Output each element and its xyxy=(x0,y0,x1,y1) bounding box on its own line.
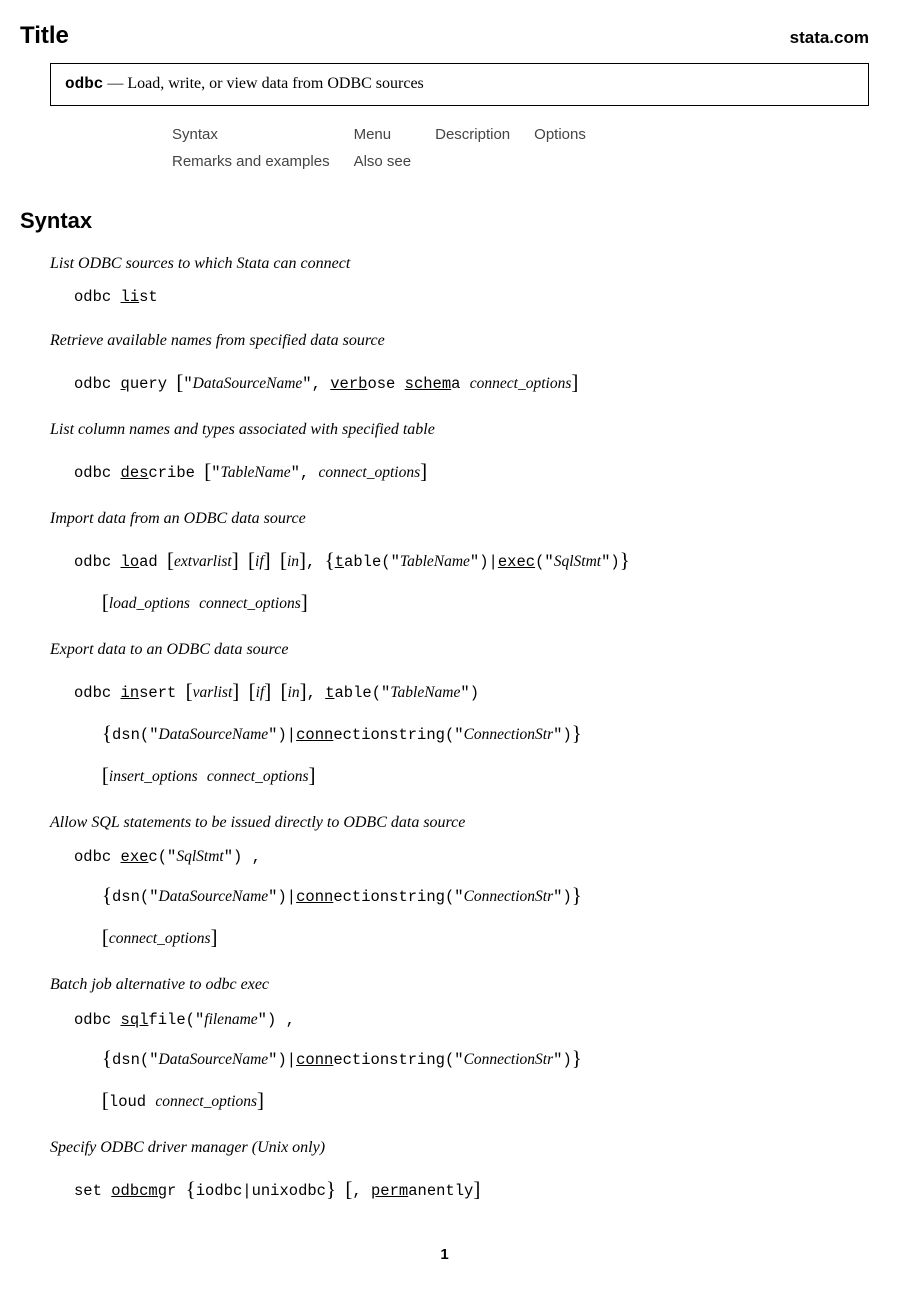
command-title-box: odbc — Load, write, or view data from OD… xyxy=(50,63,869,106)
entry-syntax: odbc describe ["TableName", connect_opti… xyxy=(74,449,869,491)
entry-desc: Export data to an ODBC data source xyxy=(50,640,869,661)
site-link[interactable]: stata.com xyxy=(790,27,869,49)
entry-desc: Import data from an ODBC data source xyxy=(50,509,869,530)
entry-syntax: odbc query ["DataSourceName", verbose sc… xyxy=(74,360,869,402)
entry-syntax: odbc exec("SqlStmt") , {dsn("DataSourceN… xyxy=(74,841,869,957)
entry-desc: Retrieve available names from specified … xyxy=(50,331,869,352)
command-name: odbc xyxy=(65,75,103,93)
entry-desc: Batch job alternative to odbc exec xyxy=(50,975,869,996)
section-nav: Syntax Menu Description Options Remarks … xyxy=(170,120,610,177)
page-number: 1 xyxy=(20,1245,869,1265)
syntax-entry: Import data from an ODBC data source odb… xyxy=(50,509,869,622)
syntax-entry: Retrieve available names from specified … xyxy=(50,331,869,402)
entry-syntax: set odbcmgr {iodbc|unixodbc} [, permanen… xyxy=(74,1167,869,1209)
nav-remarks[interactable]: Remarks and examples xyxy=(172,149,352,175)
page-title: Title xyxy=(20,20,69,51)
entry-desc: List column names and types associated w… xyxy=(50,420,869,441)
entry-syntax: odbc sqlfile("filename") , {dsn("DataSou… xyxy=(74,1004,869,1120)
entry-desc: Allow SQL statements to be issued direct… xyxy=(50,813,869,834)
syntax-entry: List ODBC sources to which Stata can con… xyxy=(50,254,869,314)
title-dash: — xyxy=(103,75,127,92)
section-heading: Syntax xyxy=(20,207,869,236)
syntax-entry: Export data to an ODBC data source odbc … xyxy=(50,640,869,795)
syntax-entry: Allow SQL statements to be issued direct… xyxy=(50,813,869,958)
entry-syntax: odbc list xyxy=(74,282,869,313)
entry-syntax: odbc load [extvarlist] [if] [in], {table… xyxy=(74,538,869,622)
nav-alsosee[interactable]: Also see xyxy=(354,149,434,175)
nav-options[interactable]: Options xyxy=(534,122,608,148)
entry-desc: List ODBC sources to which Stata can con… xyxy=(50,254,869,275)
nav-menu[interactable]: Menu xyxy=(354,122,434,148)
nav-syntax[interactable]: Syntax xyxy=(172,122,352,148)
syntax-entry: Specify ODBC driver manager (Unix only) … xyxy=(50,1138,869,1209)
entry-desc: Specify ODBC driver manager (Unix only) xyxy=(50,1138,869,1159)
command-description: Load, write, or view data from ODBC sour… xyxy=(127,75,423,92)
syntax-entry: Batch job alternative to odbc exec odbc … xyxy=(50,975,869,1120)
syntax-entry: List column names and types associated w… xyxy=(50,420,869,491)
entry-syntax: odbc insert [varlist] [if] [in], table("… xyxy=(74,669,869,795)
nav-description[interactable]: Description xyxy=(435,122,532,148)
